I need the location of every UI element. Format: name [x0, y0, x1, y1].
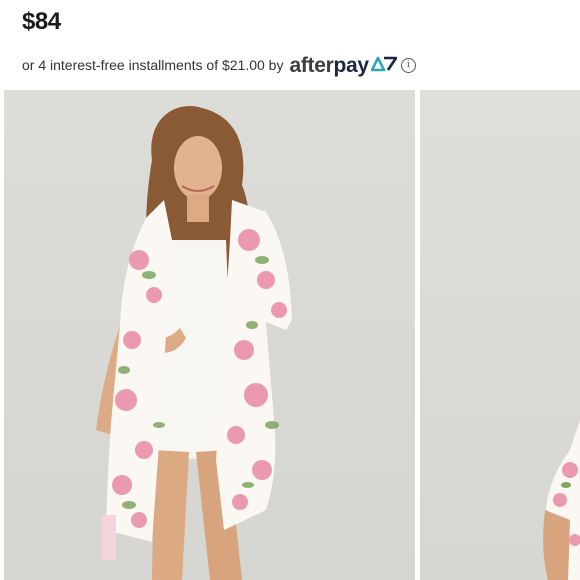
product-image-main[interactable]: [4, 90, 415, 580]
info-icon[interactable]: i: [400, 57, 416, 73]
afterpay-logo-after: after: [289, 53, 334, 77]
afterpay-installments: or 4 interest-free installments of $21.0…: [22, 54, 416, 76]
product-page: $84 or 4 interest-free installments of $…: [0, 0, 580, 580]
product-image-secondary[interactable]: [420, 90, 580, 580]
afterpay-logo[interactable]: after pay: [289, 53, 398, 77]
price-section: $84 or 4 interest-free installments of $…: [0, 0, 580, 90]
afterpay-arrows-icon: [370, 56, 398, 75]
product-price: $84: [22, 8, 61, 35]
product-image-gallery[interactable]: [0, 90, 580, 580]
installments-text: or 4 interest-free installments of $21.0…: [22, 57, 284, 73]
afterpay-logo-pay: pay: [333, 53, 370, 77]
